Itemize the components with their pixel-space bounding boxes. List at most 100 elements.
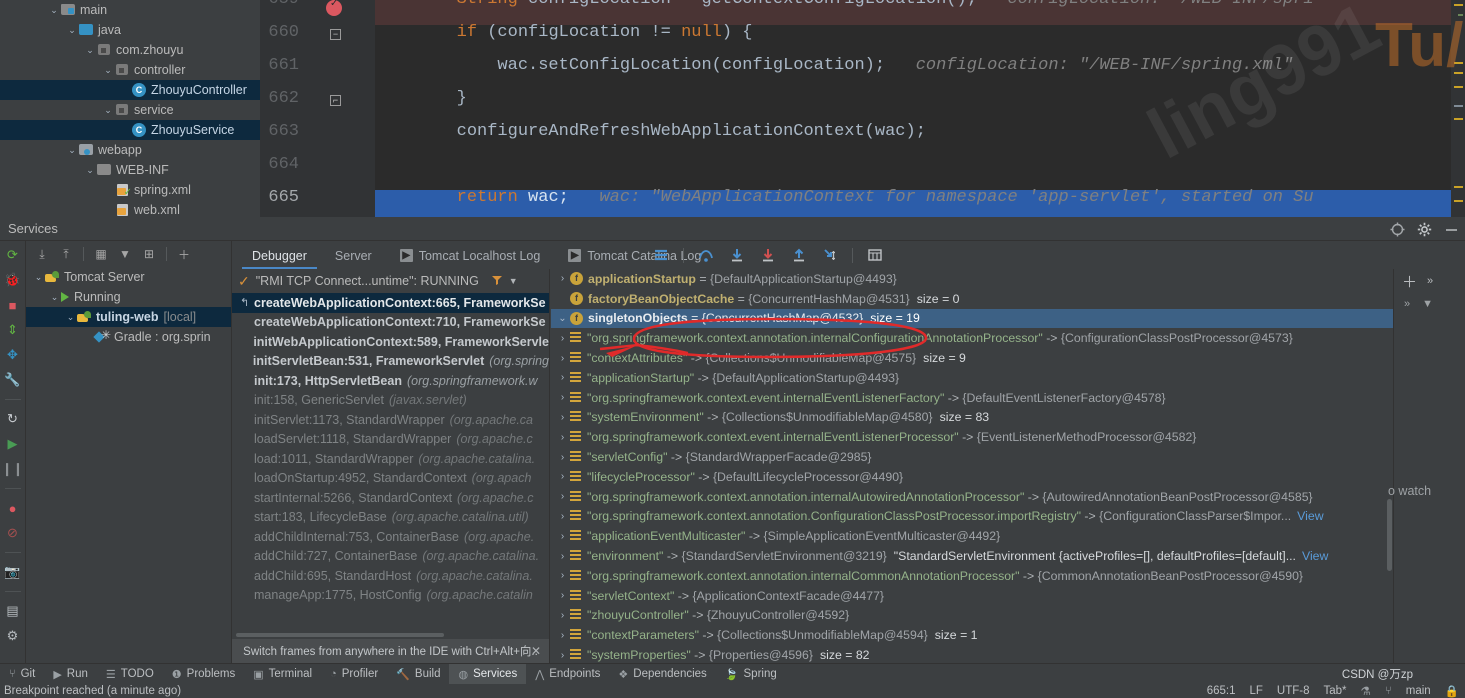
tool-window-button-problems[interactable]: ❶ Problems bbox=[163, 664, 244, 685]
step-into-icon[interactable] bbox=[728, 246, 746, 264]
variables-vertical-scrollbar[interactable] bbox=[1387, 499, 1392, 571]
tab-debugger[interactable]: Debugger bbox=[238, 242, 321, 269]
watches-toolbar[interactable]: ＋ » bbox=[1394, 269, 1465, 293]
inspections-icon[interactable]: ⚗ bbox=[1361, 684, 1371, 698]
project-tree-item[interactable]: ⌄ controller bbox=[0, 60, 260, 80]
tool-window-button-spring[interactable]: 🍃 Spring bbox=[716, 664, 786, 685]
chevron-down-icon[interactable]: ⌄ bbox=[555, 313, 570, 324]
tool-window-button-run[interactable]: ▶ Run bbox=[44, 664, 97, 685]
show-execution-point-icon[interactable] bbox=[652, 246, 670, 264]
variable-row[interactable]: › "org.springframework.context.event.inte… bbox=[551, 427, 1393, 447]
collapse-all-icon[interactable]: ⤒ bbox=[56, 244, 76, 264]
chevron-right-icon[interactable]: › bbox=[555, 630, 570, 641]
run-actions-toolbar[interactable]: ⟳ 🐞 ■ ⇕ ✥ 🔧 ↻ ▶ ❙❙ ● ⊘ 📷 ▤ ⚙ bbox=[0, 241, 26, 663]
add-service-icon[interactable]: ＋ bbox=[174, 244, 194, 264]
chevron-right-icon[interactable]: › bbox=[555, 372, 570, 383]
watches-secondary-toolbar[interactable]: » ▼ bbox=[1394, 293, 1465, 315]
call-stack-frame[interactable]: addChild:727, ContainerBase (org.apache.c… bbox=[232, 547, 549, 567]
variable-row[interactable]: › f applicationStartup = {DefaultApplicati… bbox=[551, 269, 1393, 289]
call-stack-frame[interactable]: addChildInternal:753, ContainerBase (org.… bbox=[232, 527, 549, 547]
chevron-down-icon[interactable]: ⌄ bbox=[32, 272, 45, 283]
call-stack-frame[interactable]: startInternal:5266, StandardContext (org.… bbox=[232, 488, 549, 508]
step-over-icon[interactable] bbox=[697, 246, 715, 264]
chevron-right-icon[interactable]: › bbox=[555, 353, 570, 364]
code-fold-icon[interactable]: − bbox=[330, 29, 341, 40]
variable-row[interactable]: › "systemProperties" -> {Properties@4596}… bbox=[551, 645, 1393, 663]
debug-icon[interactable]: 🐞 bbox=[4, 272, 20, 288]
chevron-right-icon[interactable]: › bbox=[555, 491, 570, 502]
services-tree-item[interactable]: ⌄ tuling-web [local] bbox=[26, 307, 231, 327]
call-stack-frame[interactable]: loadOnStartup:4952, StandardContext (org.… bbox=[232, 469, 549, 489]
chevron-right-icon[interactable]: › bbox=[555, 531, 570, 542]
chevron-down-icon[interactable]: ⌄ bbox=[66, 145, 78, 156]
gear-icon[interactable] bbox=[1417, 222, 1432, 237]
error-stripe-mark[interactable] bbox=[1454, 186, 1463, 188]
chevron-right-icon[interactable]: › bbox=[555, 452, 570, 463]
call-stack-frame[interactable]: manageApp:1775, HostConfig (org.apache.ca… bbox=[232, 586, 549, 606]
project-tree-item[interactable]: ⌄ webapp bbox=[0, 140, 260, 160]
variable-row[interactable]: › "applicationEventMulticaster" -> {Simpl… bbox=[551, 526, 1393, 546]
variable-row[interactable]: › "contextAttributes" -> {Collections$Unm… bbox=[551, 348, 1393, 368]
editor-gutter[interactable]: 659 660 661 662 663 664 665 ✓ − ⌐ bbox=[260, 0, 375, 217]
call-stack-frame[interactable]: initWebApplicationContext:589, Framework… bbox=[232, 332, 549, 352]
frames-horizontal-scrollbar[interactable] bbox=[236, 633, 444, 637]
services-tree-rows[interactable]: ⌄ Tomcat Server ⌄ Running ⌄ tuling-web [local]… bbox=[26, 267, 231, 347]
camera-icon[interactable]: 📷 bbox=[4, 564, 20, 580]
error-stripe-mark[interactable] bbox=[1454, 4, 1463, 6]
call-stack-frame[interactable]: start:183, LifecycleBase (org.apache.cata… bbox=[232, 508, 549, 528]
group-by-icon[interactable]: ▦ bbox=[91, 244, 111, 264]
force-step-into-icon[interactable] bbox=[759, 246, 777, 264]
services-tree-item[interactable]: Gradle : org.sprin bbox=[26, 327, 231, 347]
chevron-right-icon[interactable]: › bbox=[555, 590, 570, 601]
call-stack-frame[interactable]: init:158, GenericServlet (javax.servlet) bbox=[232, 391, 549, 411]
run-to-cursor-icon[interactable] bbox=[821, 246, 839, 264]
variable-row[interactable]: › "contextParameters" -> {Collections$Unm… bbox=[551, 625, 1393, 645]
chevron-right-icon[interactable]: › bbox=[555, 392, 570, 403]
git-branch[interactable]: main bbox=[1406, 685, 1431, 697]
editor-code-line[interactable]: return wac; wac: "WebApplicationContext … bbox=[375, 188, 1314, 207]
editor-code-line[interactable]: configureAndRefreshWebApplicationContext… bbox=[375, 122, 926, 141]
code-fold-icon[interactable]: ⌐ bbox=[330, 95, 341, 106]
view-breakpoints-icon[interactable]: ● bbox=[5, 500, 21, 516]
tab-server[interactable]: Server bbox=[321, 242, 386, 269]
settings-wrench-icon[interactable]: 🔧 bbox=[4, 372, 20, 388]
caret-position[interactable]: 665:1 bbox=[1207, 685, 1236, 697]
gear-icon[interactable]: ⚙ bbox=[5, 628, 21, 644]
view-link[interactable]: View bbox=[1297, 509, 1323, 523]
chevron-down-icon[interactable]: ⌄ bbox=[84, 45, 96, 56]
tool-window-button-services[interactable]: ◍ Services bbox=[449, 663, 527, 685]
variable-row[interactable]: › "environment" -> {StandardServletEnviro… bbox=[551, 546, 1393, 566]
call-stack-frame[interactable]: initServletBean:531, FrameworkServlet (or… bbox=[232, 352, 549, 372]
tool-window-button-terminal[interactable]: ▣ Terminal bbox=[244, 664, 321, 685]
mute-breakpoints-icon[interactable]: ⊘ bbox=[5, 525, 21, 541]
project-tree-item[interactable]: ⌄ WEB-INF bbox=[0, 160, 260, 180]
error-stripe-mark[interactable] bbox=[1454, 105, 1463, 107]
target-icon[interactable] bbox=[1390, 222, 1405, 237]
call-stack-frame[interactable]: loadServlet:1118, StandardWrapper (org.ap… bbox=[232, 430, 549, 450]
editor-code-line[interactable]: if (configLocation != null) { bbox=[375, 23, 753, 42]
services-tree-item[interactable]: ⌄ Running bbox=[26, 287, 231, 307]
tab-tomcat-localhost-log[interactable]: ▶ Tomcat Localhost Log bbox=[386, 242, 555, 269]
rerun-icon[interactable]: ⟳ bbox=[5, 247, 21, 263]
variable-row[interactable]: › "zhouyuController" -> {ZhouyuController… bbox=[551, 606, 1393, 626]
chevron-right-icon[interactable]: › bbox=[555, 511, 570, 522]
variable-row[interactable]: › "org.springframework.context.event.inte… bbox=[551, 388, 1393, 408]
evaluate-expression-icon[interactable] bbox=[866, 246, 884, 264]
variable-row[interactable]: › "org.springframework.context.annotation… bbox=[551, 328, 1393, 348]
deploy-icon[interactable]: ✥ bbox=[5, 347, 21, 363]
call-stack-list[interactable]: ↰ createWebApplicationContext:665, Framew… bbox=[232, 293, 549, 635]
view-link[interactable]: View bbox=[1302, 549, 1328, 563]
chevron-down-icon[interactable]: ⌄ bbox=[66, 25, 78, 36]
indent-setting[interactable]: Tab* bbox=[1323, 685, 1346, 697]
debugger-step-toolbar[interactable] bbox=[652, 241, 884, 269]
tool-window-button-git[interactable]: ⑂ Git bbox=[0, 664, 44, 685]
project-tree-item[interactable]: ✓ spring.xml bbox=[0, 180, 260, 200]
bottom-tool-window-bar[interactable]: ⑂ Git ▶ Run ☰ TODO ❶ Problems ▣ Terminal ◔ Profiler… bbox=[0, 663, 1465, 685]
project-tree-panel[interactable]: ⌄ main ⌄ java ⌄ com.zhouyu ⌄ controller C ZhouyuC… bbox=[0, 0, 260, 217]
error-stripe-mark[interactable] bbox=[1454, 200, 1463, 202]
file-encoding[interactable]: UTF-8 bbox=[1277, 685, 1310, 697]
call-stack-frame[interactable]: createWebApplicationContext:710, Framewo… bbox=[232, 313, 549, 333]
error-stripe-mark[interactable] bbox=[1454, 118, 1463, 120]
variable-row[interactable]: › "org.springframework.context.annotation… bbox=[551, 507, 1393, 527]
overflow-icon[interactable]: » bbox=[1404, 298, 1410, 310]
